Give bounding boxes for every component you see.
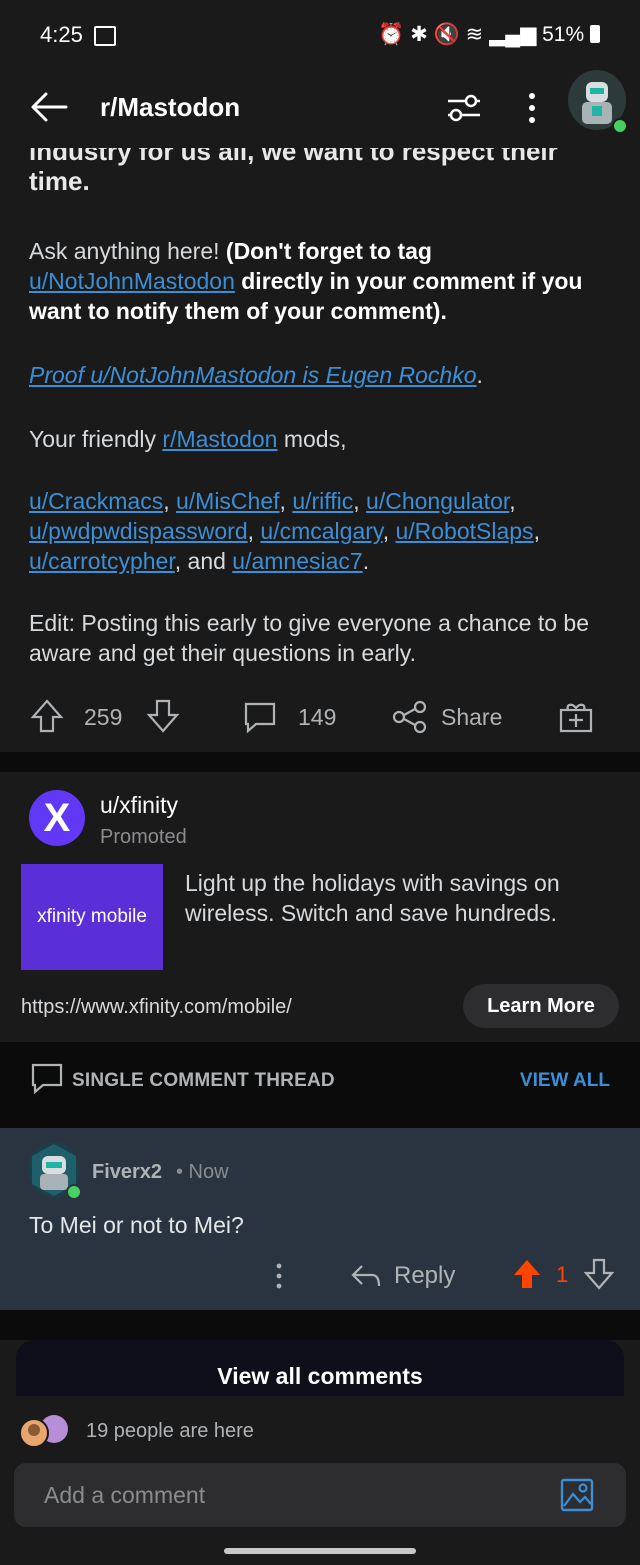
upvote-icon[interactable] — [30, 698, 64, 734]
online-indicator — [612, 118, 628, 134]
online-indicator — [66, 1184, 82, 1200]
home-indicator — [224, 1548, 416, 1554]
comment-thread-icon — [31, 1063, 63, 1095]
view-all-link[interactable]: VIEW ALL — [520, 1070, 610, 1092]
bluetooth-icon: ✱ — [410, 23, 428, 46]
comment-body: To Mei or not to Mei? — [29, 1212, 244, 1238]
comment-score: 1 — [556, 1262, 569, 1287]
comment-composer-area: 19 people are here Add a comment — [0, 1396, 640, 1565]
post-friendly-paragraph: Your friendly r/Mastodon mods, — [29, 424, 614, 454]
signal-icon: ▂▄▆ — [489, 23, 537, 46]
view-all-comments-button[interactable]: View all comments — [16, 1340, 624, 1396]
promoted-label: Promoted — [100, 826, 187, 848]
back-arrow-icon[interactable] — [28, 86, 70, 128]
ask-intro: Ask anything here! — [29, 238, 226, 264]
post-edit-paragraph: Edit: Posting this early to give everyon… — [29, 610, 589, 666]
sort-filter-icon[interactable] — [444, 88, 484, 128]
friendly-pre: Your friendly — [29, 426, 163, 452]
section-divider — [0, 752, 640, 772]
subreddit-title[interactable]: r/Mastodon — [100, 92, 240, 123]
subreddit-link[interactable]: r/Mastodon — [162, 426, 277, 452]
mods-end: . — [362, 548, 370, 574]
comment-more-icon[interactable] — [272, 1262, 286, 1290]
friendly-post: mods, — [277, 426, 347, 452]
mod-link[interactable]: u/Crackmacs — [29, 488, 163, 514]
status-right: ⏰ ✱ 🔇 ≋ ▂▄▆ 51% — [378, 22, 600, 47]
ad-banner-image[interactable]: xfinity mobile — [21, 864, 163, 970]
downvote-icon[interactable] — [146, 698, 180, 734]
xfinity-logo[interactable]: X — [29, 790, 85, 846]
comment-icon[interactable] — [242, 700, 278, 734]
promoted-post[interactable]: X u/xfinity Promoted xfinity mobile Ligh… — [0, 772, 640, 1042]
mod-link[interactable]: u/cmcalgary — [260, 518, 382, 544]
image-attach-icon[interactable] — [560, 1478, 594, 1512]
comment-time: • Now — [176, 1161, 229, 1183]
status-bar: 4:25 ⏰ ✱ 🔇 ≋ ▂▄▆ 51% — [0, 0, 640, 70]
mod-link[interactable]: u/riffic — [292, 488, 353, 514]
wifi-icon: ≋ — [465, 23, 484, 46]
comment-count[interactable]: 149 — [298, 704, 336, 731]
mod-link[interactable]: u/MisChef — [176, 488, 280, 514]
learn-more-button[interactable]: Learn More — [463, 984, 619, 1028]
mute-icon: 🔇 — [433, 23, 460, 46]
advertiser-name[interactable]: u/xfinity — [100, 792, 178, 819]
gallery-notification-icon — [94, 26, 116, 46]
mod-link[interactable]: u/amnesiac7 — [232, 548, 362, 574]
comment-author[interactable]: Fiverx2 — [92, 1161, 162, 1184]
post-mods-paragraph: u/Crackmacs, u/MisChef, u/riffic, u/Chon… — [29, 488, 540, 574]
share-icon[interactable] — [392, 700, 428, 734]
award-gift-icon[interactable] — [558, 698, 594, 734]
proof-period: . — [476, 362, 483, 388]
people-here-count: 19 people are here — [86, 1420, 254, 1442]
upvoted-icon[interactable] — [512, 1258, 542, 1290]
share-button[interactable]: Share — [441, 704, 502, 731]
post-proof-paragraph: Proof u/NotJohnMastodon is Eugen Rochko. — [29, 360, 614, 390]
status-time: 4:25 — [40, 22, 83, 47]
add-comment-placeholder[interactable]: Add a comment — [44, 1482, 205, 1509]
present-users-avatars — [19, 1415, 68, 1448]
mod-link[interactable]: u/Chongulator — [366, 488, 509, 514]
reply-icon[interactable] — [350, 1262, 382, 1290]
post-action-bar: 259 149 Share — [0, 690, 640, 742]
proof-link[interactable]: Proof u/NotJohnMastodon is Eugen Rochko — [29, 362, 477, 388]
app-header: r/Mastodon — [0, 70, 640, 148]
comment-thread-bar: SINGLE COMMENT THREAD VIEW ALL — [0, 1042, 640, 1128]
more-options-icon[interactable] — [522, 88, 542, 128]
ask-bold-1: (Don't forget to tag — [225, 238, 432, 264]
highlighted-comment: Fiverx2 • Now To Mei or not to Mei? Repl… — [0, 1128, 640, 1310]
reply-button[interactable]: Reply — [394, 1262, 455, 1290]
ad-url[interactable]: https://www.xfinity.com/mobile/ — [21, 996, 292, 1019]
mod-link[interactable]: u/pwdpwdispassword — [29, 518, 248, 544]
user-link-notjohnmastodon[interactable]: u/NotJohnMastodon — [29, 268, 235, 294]
mods-and: , and — [174, 548, 233, 574]
ad-copy[interactable]: Light up the holidays with savings on wi… — [185, 868, 605, 928]
mod-link[interactable]: u/carrotcypher — [29, 548, 175, 574]
battery-icon — [590, 25, 600, 43]
section-divider — [0, 1310, 640, 1340]
post-body: industry for us all, we want to respect … — [0, 148, 640, 752]
alarm-icon: ⏰ — [378, 23, 405, 46]
post-text-cut: industry for us all, we want to respect … — [29, 148, 558, 196]
upvote-count: 259 — [84, 704, 123, 730]
single-comment-thread-label: SINGLE COMMENT THREAD — [72, 1070, 335, 1091]
comment-downvote-icon[interactable] — [584, 1258, 614, 1290]
battery-percent: 51% — [542, 23, 585, 46]
post-ask-paragraph: Ask anything here! (Don't forget to tag … — [29, 236, 614, 326]
mod-link[interactable]: u/RobotSlaps — [395, 518, 533, 544]
